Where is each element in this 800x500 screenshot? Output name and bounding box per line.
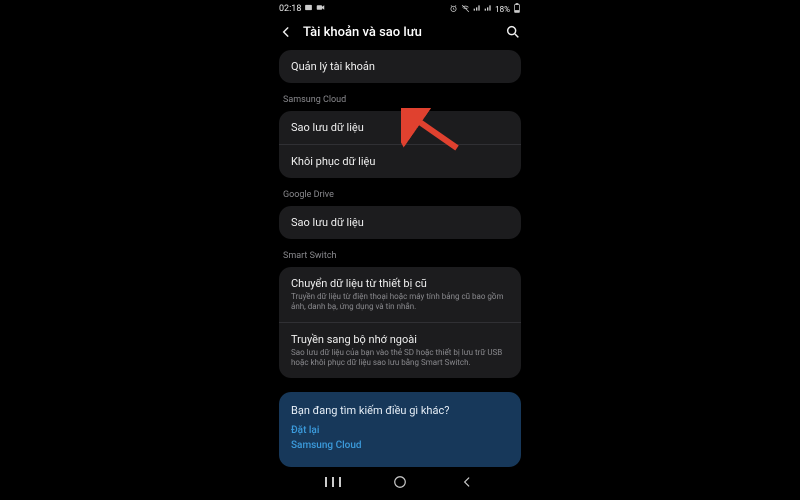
status-time: 02:18 <box>279 4 301 14</box>
google-backup-item[interactable]: Sao lưu dữ liệu <box>279 206 521 239</box>
recents-button[interactable] <box>324 473 342 491</box>
signal-icon-2 <box>484 4 492 14</box>
battery-icon <box>513 3 521 15</box>
section-google-drive: Google Drive <box>279 186 521 206</box>
wifi-off-icon <box>461 4 470 15</box>
manage-accounts-item[interactable]: Quản lý tài khoản <box>279 50 521 83</box>
samsung-backup-item[interactable]: Sao lưu dữ liệu <box>279 111 521 144</box>
samsung-cloud-card: Sao lưu dữ liệu Khôi phục dữ liệu <box>279 111 521 178</box>
item-desc: Truyền dữ liệu từ điện thoại hoặc máy tí… <box>291 292 509 312</box>
settings-content: Quản lý tài khoản Samsung Cloud Sao lưu … <box>269 50 531 467</box>
samsung-cloud-link[interactable]: Samsung Cloud <box>291 440 509 451</box>
external-storage-item[interactable]: Truyền sang bộ nhớ ngoài Sao lưu dữ liệu… <box>279 322 521 378</box>
search-icon[interactable] <box>505 24 521 40</box>
battery-text: 18% <box>495 5 510 14</box>
item-desc: Sao lưu dữ liệu của bạn vào thẻ SD hoặc … <box>291 348 509 368</box>
section-smart-switch: Smart Switch <box>279 247 521 267</box>
item-label: Khôi phục dữ liệu <box>291 155 375 168</box>
back-nav-button[interactable] <box>458 473 476 491</box>
transfer-old-device-item[interactable]: Chuyển dữ liệu từ thiết bị cũ Truyền dữ … <box>279 267 521 322</box>
manage-accounts-card: Quản lý tài khoản <box>279 50 521 83</box>
google-drive-card: Sao lưu dữ liệu <box>279 206 521 239</box>
item-title: Truyền sang bộ nhớ ngoài <box>291 333 509 346</box>
alarm-icon <box>449 4 458 15</box>
item-label: Sao lưu dữ liệu <box>291 216 364 229</box>
signal-icon <box>473 4 481 14</box>
home-button[interactable] <box>391 473 409 491</box>
smart-switch-card: Chuyển dữ liệu từ thiết bị cũ Truyền dữ … <box>279 267 521 378</box>
page-title: Tài khoản và sao lưu <box>303 25 495 40</box>
looking-title: Bạn đang tìm kiếm điều gì khác? <box>291 404 509 417</box>
status-bar: 02:18 18% <box>269 0 531 18</box>
back-icon[interactable] <box>279 25 293 39</box>
looking-for-card: Bạn đang tìm kiếm điều gì khác? Đặt lại … <box>279 392 521 467</box>
samsung-restore-item[interactable]: Khôi phục dữ liệu <box>279 144 521 178</box>
page-header: Tài khoản và sao lưu <box>269 18 531 50</box>
item-label: Quản lý tài khoản <box>291 60 375 73</box>
phone-screen: 02:18 18% <box>269 0 531 500</box>
item-title: Chuyển dữ liệu từ thiết bị cũ <box>291 277 509 290</box>
item-label: Sao lưu dữ liệu <box>291 121 364 134</box>
status-msg-icon <box>304 3 313 15</box>
reset-link[interactable]: Đặt lại <box>291 425 509 436</box>
status-video-icon <box>316 3 325 15</box>
android-navbar <box>269 468 531 496</box>
section-samsung-cloud: Samsung Cloud <box>279 91 521 111</box>
